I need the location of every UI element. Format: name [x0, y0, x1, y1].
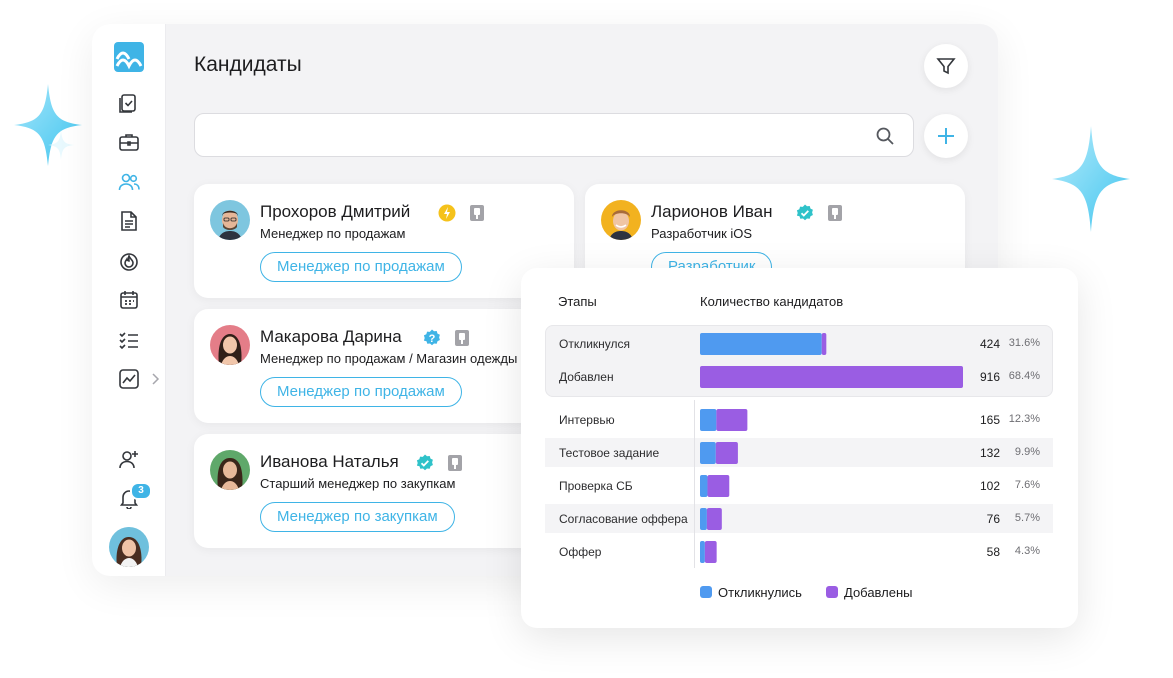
candidate-role: Старший менеджер по закупкам	[260, 476, 456, 491]
bar-responded	[700, 409, 717, 431]
stage-count: 76	[986, 512, 1000, 526]
verified-icon	[416, 454, 433, 471]
legend-swatch	[826, 586, 838, 598]
candidate-name[interactable]: Иванова Наталья	[260, 452, 399, 472]
stage-count: 102	[979, 479, 1000, 493]
sparkle-small-icon	[48, 130, 74, 160]
stage-name: Тестовое задание	[559, 446, 660, 460]
stage-percent: 4.3%	[1014, 545, 1040, 557]
candidate-role: Менеджер по продажам	[260, 226, 406, 241]
bar-added	[707, 475, 730, 497]
stage: 3 Кандидаты Прохоров Дмитрий Менеджер по…	[0, 0, 1173, 678]
add-candidate-button[interactable]	[924, 114, 968, 158]
candidate-role: Разработчик iOS	[651, 226, 753, 241]
candidate-avatar	[210, 325, 250, 365]
stage-percent: 68.4%	[1008, 370, 1040, 382]
candidate-avatar	[210, 450, 250, 490]
bar-added	[700, 366, 963, 388]
bar-responded	[700, 333, 822, 355]
stage-percent: 9.9%	[1014, 446, 1040, 458]
lock-icon	[828, 205, 842, 221]
stage-name: Добавлен	[559, 370, 614, 384]
lock-icon	[455, 330, 469, 346]
stage-count: 58	[986, 545, 1000, 559]
bar-added	[715, 442, 738, 464]
stage-percent: 7.6%	[1014, 479, 1040, 491]
filter-icon	[936, 58, 956, 75]
document-icon[interactable]	[118, 210, 140, 232]
stage-name: Проверка СБ	[559, 479, 633, 493]
stage-percent: 12.3%	[1008, 413, 1040, 425]
stage-name: Согласование оффера	[559, 512, 688, 526]
vacancy-tag[interactable]: Менеджер по закупкам	[260, 502, 455, 532]
candidate-card[interactable]: Иванова Наталья Старший менеджер по заку…	[194, 434, 574, 548]
page-title: Кандидаты	[194, 53, 302, 76]
question-status-icon: ?	[423, 329, 440, 346]
legend-label: Откликнулись	[718, 584, 802, 600]
candidate-avatar	[210, 200, 250, 240]
bar-added	[704, 541, 717, 563]
bar-added	[706, 508, 722, 530]
search-bar[interactable]	[194, 113, 914, 157]
candidate-name[interactable]: Ларионов Иван	[651, 202, 773, 222]
vacancy-tag[interactable]: Менеджер по продажам	[260, 377, 462, 407]
add-user-icon[interactable]	[118, 448, 140, 470]
sparkle-right-icon	[1052, 126, 1130, 232]
briefcase-icon[interactable]	[118, 131, 140, 153]
bar-responded	[700, 508, 707, 530]
funnel-stats-panel: Этапы Количество кандидатов Откликнулся 4…	[521, 268, 1078, 628]
stage-count: 916	[979, 370, 1000, 384]
tasks-list-icon[interactable]	[118, 329, 140, 351]
plus-icon	[938, 128, 954, 144]
users-icon[interactable]	[118, 171, 140, 193]
stage-name: Интервью	[559, 413, 615, 427]
bar-responded	[700, 541, 705, 563]
svg-text:?: ?	[429, 333, 436, 345]
stage-percent: 5.7%	[1014, 512, 1040, 524]
bar-added	[821, 333, 827, 355]
filter-button[interactable]	[924, 44, 968, 88]
verified-icon	[796, 204, 813, 221]
search-input[interactable]	[209, 124, 849, 148]
stage-percent: 31.6%	[1008, 337, 1040, 349]
pending-status-icon	[438, 204, 456, 222]
calendar-icon[interactable]	[118, 289, 140, 311]
lock-icon	[448, 455, 462, 471]
vacancy-tag[interactable]: Менеджер по продажам	[260, 252, 462, 282]
stage-count: 132	[979, 446, 1000, 460]
bar-responded	[700, 442, 716, 464]
legend-responded: Откликнулись	[700, 584, 802, 600]
sidebar: 3	[92, 24, 166, 576]
candidate-role: Менеджер по продажам / Магазин одежды	[260, 351, 518, 366]
search-icon[interactable]	[875, 126, 895, 146]
candidate-name[interactable]: Макарова Дарина	[260, 327, 402, 347]
flame-icon[interactable]	[118, 250, 140, 272]
notification-badge: 3	[130, 482, 152, 500]
candidate-name[interactable]: Прохоров Дмитрий	[260, 202, 410, 222]
candidate-card[interactable]: Прохоров Дмитрий Менеджер по продажам Ме…	[194, 184, 574, 298]
candidate-avatar	[601, 200, 641, 240]
legend-added: Добавлены	[826, 584, 913, 600]
candidate-card[interactable]: Макарова Дарина ? Менеджер по продажам /…	[194, 309, 574, 423]
stage-count: 165	[979, 413, 1000, 427]
legend-label: Добавлены	[844, 584, 913, 600]
stage-name: Оффер	[559, 545, 602, 559]
app-logo-icon[interactable]	[114, 42, 144, 72]
bar-responded	[700, 475, 708, 497]
legend-swatch	[700, 586, 712, 598]
current-user-avatar[interactable]	[109, 527, 149, 567]
analytics-icon[interactable]	[118, 368, 140, 390]
checklist-doc-icon[interactable]	[118, 92, 140, 114]
stage-count: 424	[979, 337, 1000, 351]
stage-name: Откликнулся	[559, 337, 631, 351]
chevron-right-icon[interactable]	[150, 373, 160, 385]
bar-added	[716, 409, 748, 431]
lock-icon	[470, 205, 484, 221]
